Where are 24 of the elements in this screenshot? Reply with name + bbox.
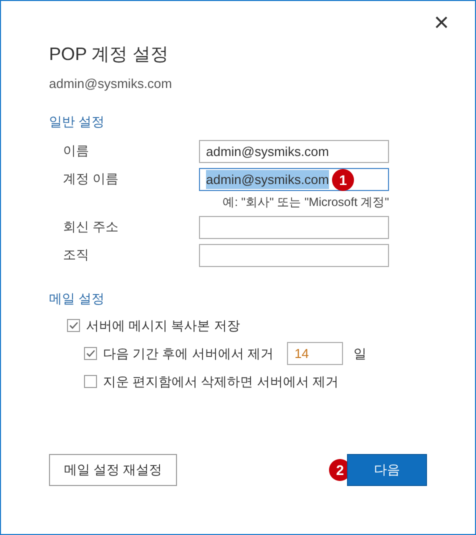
field-label: 조직	[62, 246, 90, 264]
account-email: admin@sysmiks.com	[49, 75, 173, 93]
checkbox-label: 서버에 메시지 복사본 저장	[86, 316, 240, 334]
next-button[interactable]: 다음	[347, 454, 427, 486]
input-field[interactable]: admin@sysmiks.com 1	[199, 168, 389, 191]
step-badge: 1	[332, 168, 354, 190]
input-field[interactable]	[199, 216, 389, 239]
dialog-title: POP 계정 설정	[49, 43, 170, 66]
section-heading: 일반 설정	[49, 112, 106, 130]
field-label: 회신 주소	[62, 218, 120, 236]
checkbox[interactable]	[84, 347, 97, 360]
input-field[interactable]	[199, 244, 389, 267]
checkbox[interactable]	[67, 318, 80, 332]
hint-text: 예: "회사" 또는 "Microsoft 계정"	[222, 194, 389, 211]
reset-button[interactable]: 메일 설정 재설정	[49, 454, 177, 486]
days-unit: 일	[353, 344, 366, 363]
field-label: 계정 이름	[62, 170, 120, 188]
input-field[interactable]: admin@sysmiks.com	[199, 140, 389, 163]
checkbox-label: 지운 편지함에서 삭제하면 서버에서 제거	[103, 373, 338, 391]
checkbox[interactable]	[84, 375, 97, 388]
checkbox-label: 다음 기간 후에 서버에서 제거	[103, 344, 274, 363]
field-label: 이름	[62, 142, 90, 160]
close-button[interactable]: ×	[434, 9, 449, 41]
section-heading: 메일 설정	[49, 290, 106, 308]
